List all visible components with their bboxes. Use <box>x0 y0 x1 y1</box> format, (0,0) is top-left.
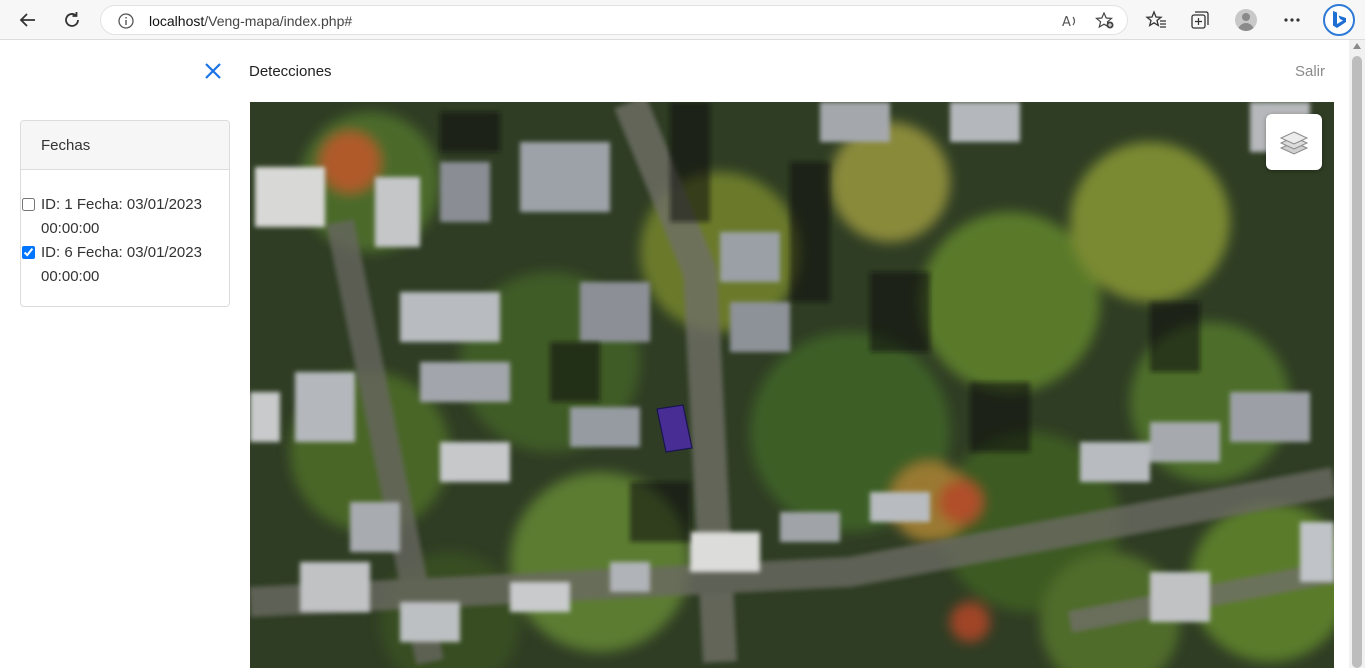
back-button[interactable] <box>14 6 42 34</box>
layers-icon <box>1279 131 1309 155</box>
date-label-6: ID: 6 Fecha: 03/01/2023 00:00:00 <box>41 244 202 285</box>
page-title: Detecciones <box>249 63 332 80</box>
read-aloud-icon[interactable]: A <box>1061 12 1081 30</box>
map-imagery <box>250 102 1334 668</box>
logout-link[interactable]: Salir <box>1295 63 1325 80</box>
refresh-button[interactable] <box>58 6 86 34</box>
collections-icon[interactable] <box>1188 8 1212 32</box>
back-arrow-icon <box>19 13 35 27</box>
date-checkbox-1[interactable] <box>22 198 35 211</box>
bing-icon[interactable] <box>1323 4 1355 36</box>
browser-toolbar: localhost/Veng-mapa/index.php# A <box>0 0 1365 40</box>
more-options-icon[interactable] <box>1280 8 1304 32</box>
info-icon[interactable] <box>117 12 135 30</box>
url-host: localhost <box>149 13 205 29</box>
satellite-map[interactable] <box>250 102 1334 668</box>
layers-button[interactable] <box>1266 114 1322 170</box>
svg-text:A: A <box>1062 15 1071 30</box>
url-text[interactable]: localhost/Veng-mapa/index.php# <box>149 13 352 29</box>
add-favorite-icon[interactable] <box>1094 11 1115 30</box>
refresh-icon <box>65 12 79 27</box>
panel-title: Fechas <box>21 121 229 170</box>
scroll-up-icon[interactable] <box>1353 43 1361 49</box>
address-bar[interactable]: localhost/Veng-mapa/index.php# A <box>100 5 1128 35</box>
close-icon <box>205 63 221 79</box>
date-checkbox-6[interactable] <box>22 246 35 259</box>
dates-panel: Fechas ID: 1 Fecha: 03/01/2023 00:00:00 … <box>20 120 230 307</box>
page-scrollbar[interactable] <box>1349 40 1365 668</box>
scrollbar-thumb[interactable] <box>1352 56 1362 668</box>
favorites-icon[interactable] <box>1144 8 1168 32</box>
close-sidebar-button[interactable] <box>200 58 226 84</box>
url-path: /Veng-mapa/index.php# <box>204 13 353 29</box>
date-label-1: ID: 1 Fecha: 03/01/2023 00:00:00 <box>41 196 202 237</box>
profile-avatar[interactable] <box>1235 9 1257 31</box>
